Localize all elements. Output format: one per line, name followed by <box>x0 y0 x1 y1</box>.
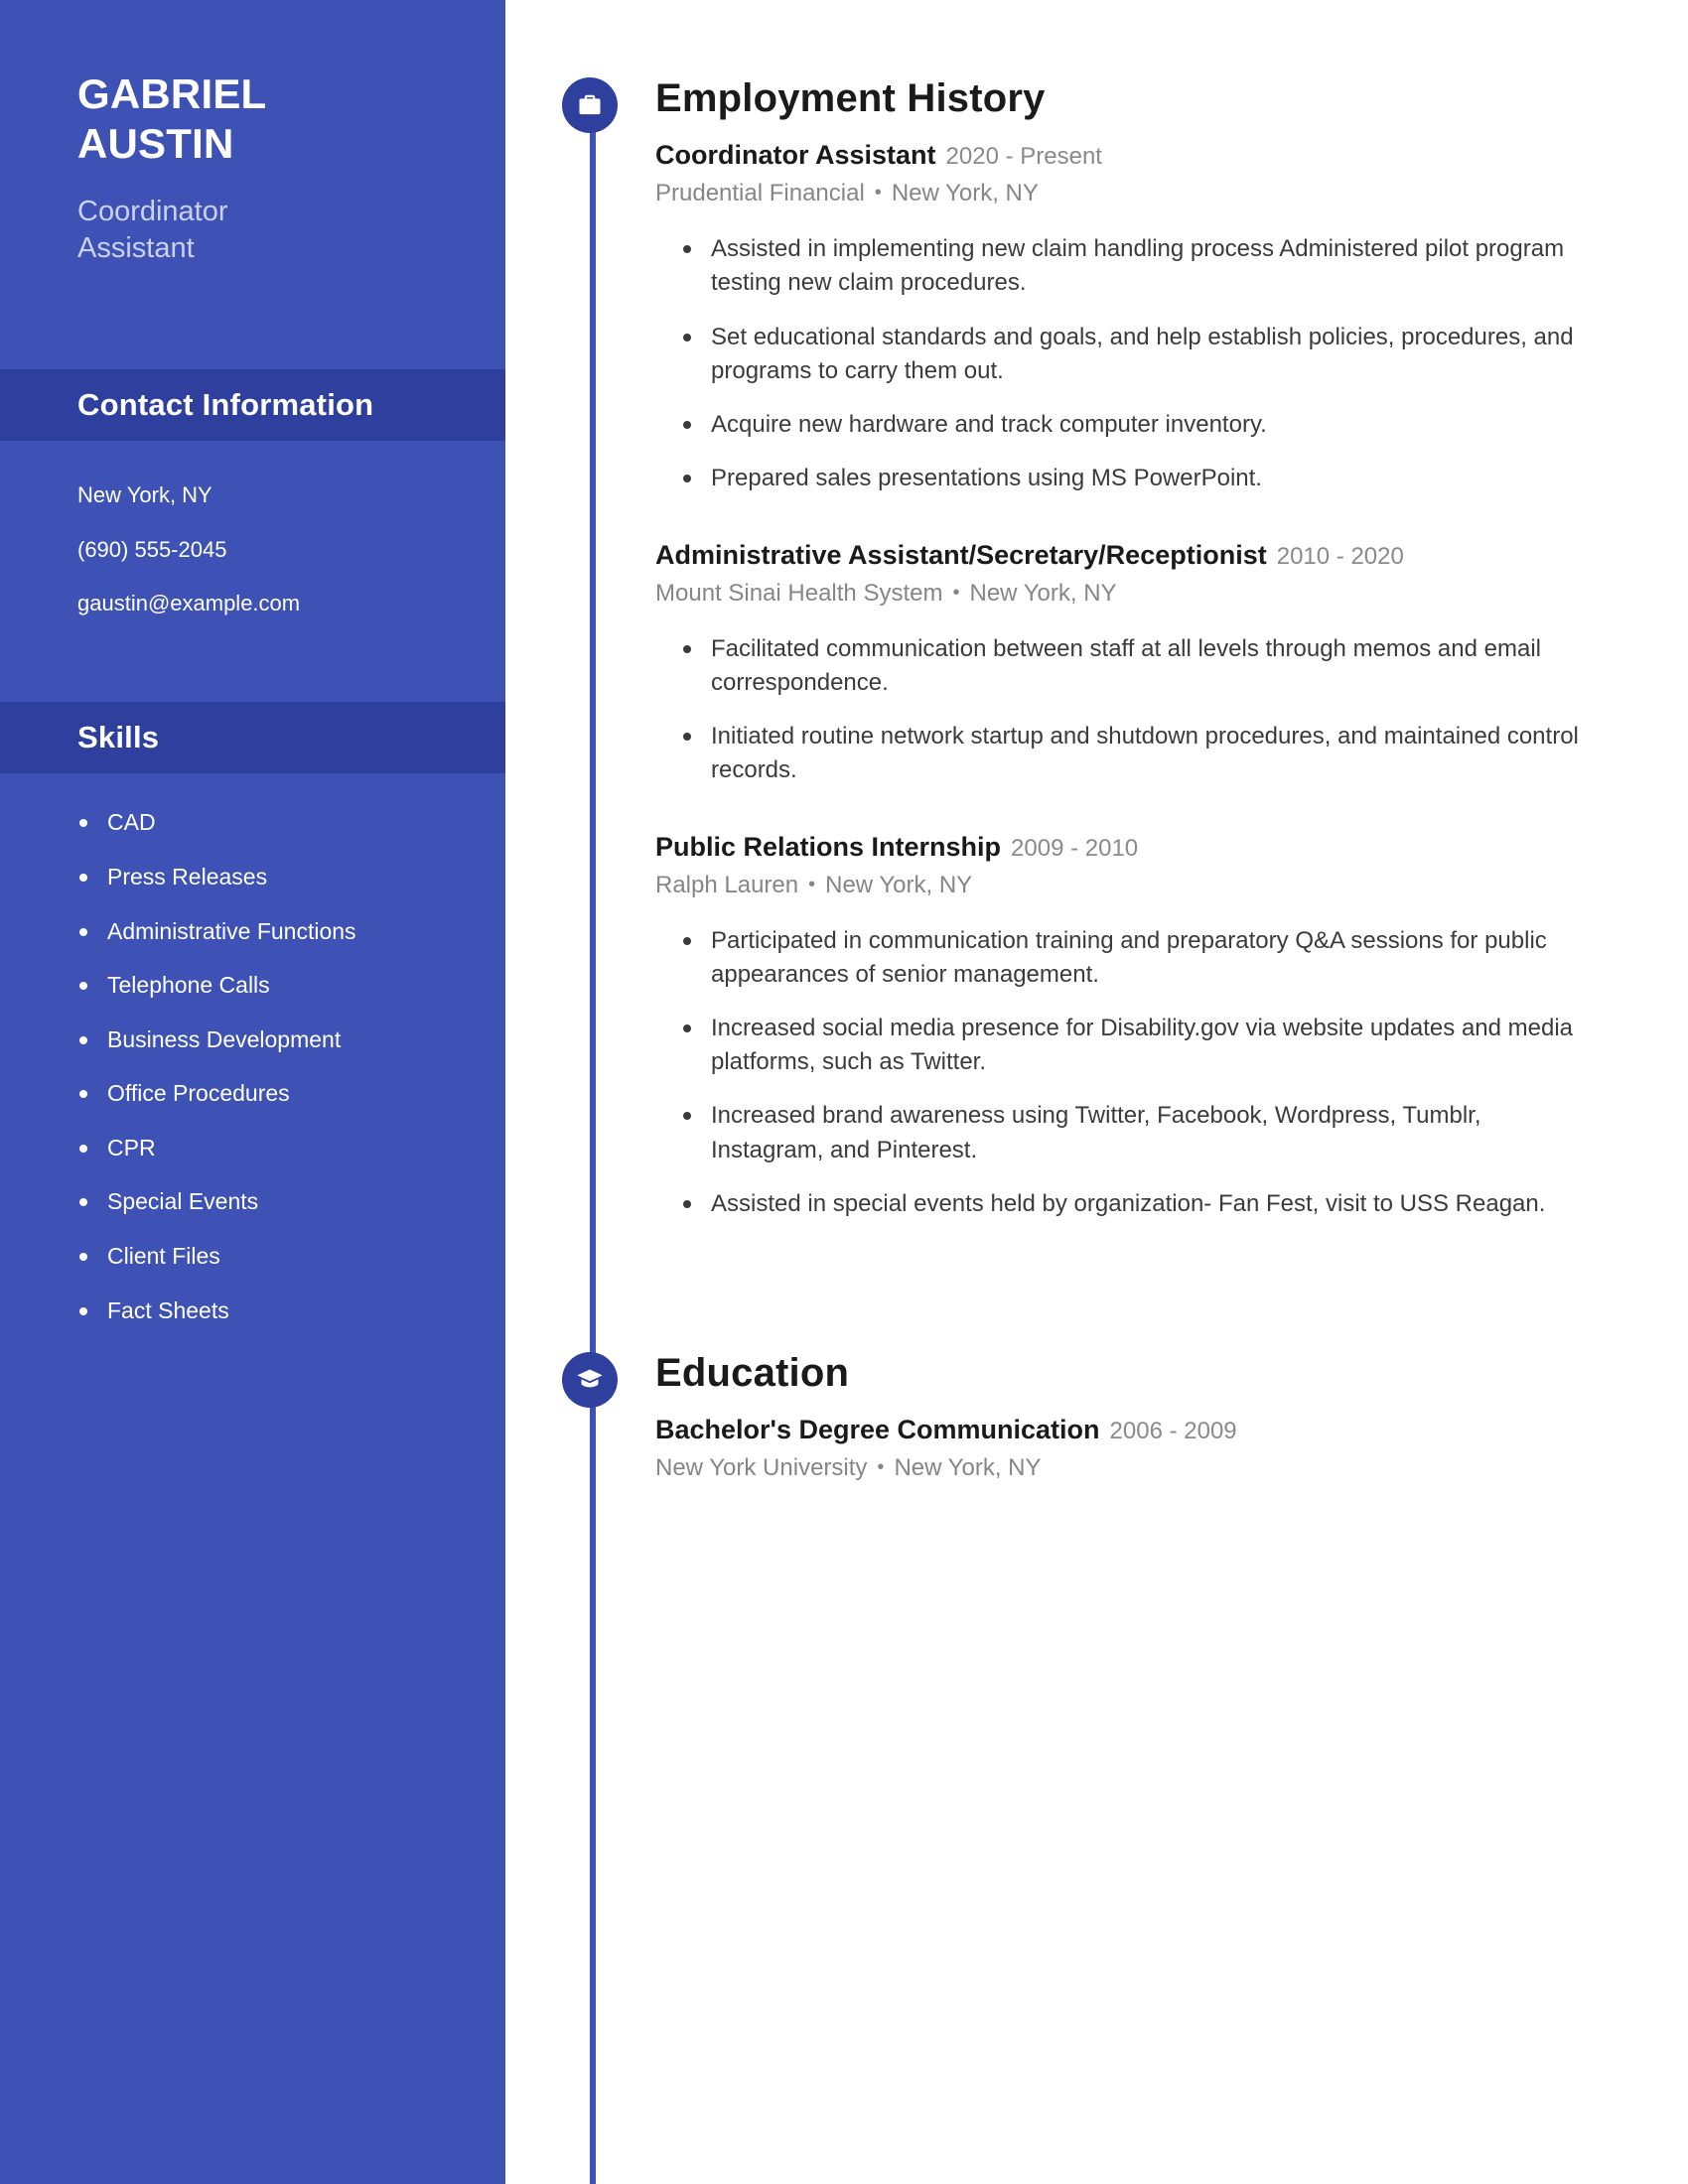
entry-dates: 2006 - 2009 <box>1109 1418 1237 1445</box>
bullet-text: Assisted in implementing new claim handl… <box>711 235 1565 297</box>
entry-heading: Bachelor's Degree Communication 2006 - 20… <box>655 1414 1589 1446</box>
entry-location: New York, NY <box>969 579 1117 607</box>
entry-meta: Prudential Financial • New York, NY <box>655 178 1589 208</box>
separator-dot-icon: • <box>952 581 960 604</box>
entry-dates: 2020 - Present <box>945 143 1102 171</box>
bullet-dot-icon <box>683 333 691 341</box>
entry-meta: Mount Sinai Health System • New York, NY <box>655 578 1589 609</box>
bullet-dot-icon <box>683 937 691 946</box>
list-item: Participated in communication training a… <box>683 924 1589 992</box>
resume-page: GABRIEL AUSTIN Coordinator Assistant Con… <box>0 0 1688 2184</box>
entry-company: Prudential Financial <box>655 180 865 207</box>
bullet-text: Set educational standards and goals, and… <box>711 323 1574 384</box>
list-item: Set educational standards and goals, and… <box>683 321 1589 388</box>
bullet-dot-icon <box>683 420 691 429</box>
entry-location: New York, NY <box>825 871 973 898</box>
entry-heading: Coordinator Assistant 2020 - Present <box>655 139 1589 172</box>
entry-bullet-list: Facilitated communication between staff … <box>655 632 1589 787</box>
employment-section: Employment History Coordinator Assistant… <box>562 76 1589 1241</box>
entry-role: Administrative Assistant/Secretary/Recep… <box>655 539 1267 570</box>
entry-dates: 2010 - 2020 <box>1276 542 1404 570</box>
bullet-text: Initiated routine network startup and sh… <box>711 722 1579 784</box>
entry-meta: New York University • New York, NY <box>655 1452 1589 1483</box>
entry-company: Ralph Lauren <box>655 871 799 898</box>
bullet-text: Assisted in special events held by organ… <box>711 1189 1546 1217</box>
bullet-dot-icon <box>683 1024 691 1033</box>
bullet-text: Acquire new hardware and track computer … <box>711 410 1267 438</box>
page-title: Employment History <box>655 76 1046 120</box>
entry-school: New York University <box>655 1454 868 1482</box>
employment-entry: Coordinator Assistant 2020 - Present Prud… <box>655 139 1589 494</box>
list-item: Increased brand awareness using Twitter,… <box>683 1099 1589 1166</box>
list-item: Increased social media presence for Disa… <box>683 1012 1589 1079</box>
education-entry: Bachelor's Degree Communication 2006 - 20… <box>655 1414 1589 1483</box>
entry-meta: Ralph Lauren • New York, NY <box>655 870 1589 900</box>
bullet-text: Facilitated communication between staff … <box>711 634 1541 696</box>
entry-location: New York, NY <box>891 180 1039 207</box>
graduation-cap-icon <box>562 1352 618 1408</box>
briefcase-icon <box>562 77 618 133</box>
entry-degree: Bachelor's Degree Communication <box>655 1415 1100 1445</box>
bullet-dot-icon <box>683 1199 691 1208</box>
bullet-dot-icon <box>683 474 691 482</box>
page-title: Education <box>655 1351 850 1395</box>
entry-heading: Public Relations Internship 2009 - 2010 <box>655 831 1589 864</box>
list-item: Assisted in implementing new claim handl… <box>683 232 1589 300</box>
separator-dot-icon: • <box>877 1456 885 1479</box>
entry-heading: Administrative Assistant/Secretary/Recep… <box>655 539 1589 572</box>
bullet-dot-icon <box>683 732 691 741</box>
list-item: Assisted in special events held by organ… <box>683 1187 1589 1221</box>
bullet-text: Prepared sales presentations using MS Po… <box>711 464 1262 491</box>
entry-role: Coordinator Assistant <box>655 140 936 171</box>
list-item: Facilitated communication between staff … <box>683 632 1589 700</box>
entry-bullet-list: Participated in communication training a… <box>655 924 1589 1221</box>
entry-bullet-list: Assisted in implementing new claim handl… <box>655 232 1589 494</box>
list-item: Initiated routine network startup and sh… <box>683 720 1589 787</box>
bullet-text: Increased brand awareness using Twitter,… <box>711 1102 1481 1163</box>
entry-role: Public Relations Internship <box>655 832 1002 863</box>
list-item: Prepared sales presentations using MS Po… <box>683 462 1589 495</box>
bullet-text: Participated in communication training a… <box>711 927 1547 989</box>
separator-dot-icon: • <box>808 873 816 895</box>
separator-dot-icon: • <box>874 182 882 205</box>
entry-location: New York, NY <box>894 1454 1042 1482</box>
bullet-text: Increased social media presence for Disa… <box>711 1015 1574 1076</box>
entry-company: Mount Sinai Health System <box>655 579 943 607</box>
employment-entry: Administrative Assistant/Secretary/Recep… <box>655 539 1589 787</box>
list-item: Acquire new hardware and track computer … <box>683 408 1589 442</box>
bullet-dot-icon <box>683 1112 691 1121</box>
entry-dates: 2009 - 2010 <box>1011 835 1139 863</box>
bullet-dot-icon <box>683 245 691 254</box>
employment-entry: Public Relations Internship 2009 - 2010 R… <box>655 831 1589 1221</box>
bullet-dot-icon <box>683 644 691 653</box>
main-content: Employment History Coordinator Assistant… <box>0 0 1688 2184</box>
education-section: Education Bachelor's Degree Communicatio… <box>562 1351 1589 1483</box>
